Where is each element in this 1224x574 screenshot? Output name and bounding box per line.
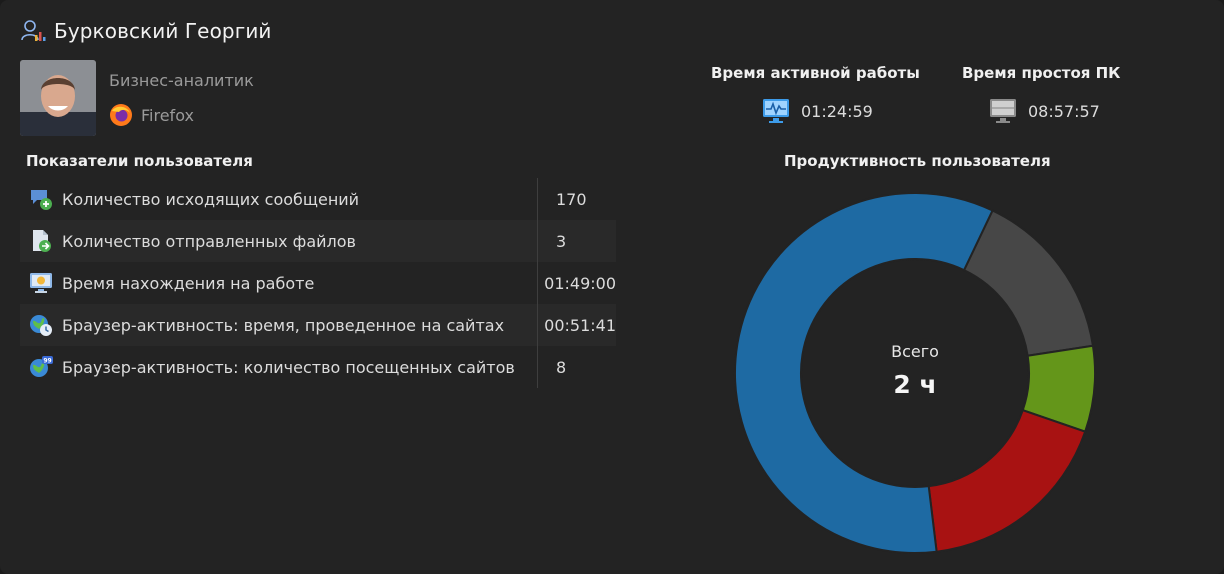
user-name: Бурковский Георгий: [54, 19, 272, 43]
idle-time-title: Время простоя ПК: [962, 64, 1121, 82]
metrics-table: Количество исходящих сообщений 170 Колич…: [20, 178, 616, 388]
browser-time-icon: [30, 315, 52, 336]
firefox-icon: [110, 104, 132, 126]
outgoing-messages-icon: [31, 190, 52, 210]
monitor-idle-icon: [990, 99, 1016, 123]
column-divider: [537, 178, 538, 388]
sent-files-icon: [33, 230, 51, 252]
table-row: Количество отправленных файлов 3: [20, 220, 616, 262]
chart-center-label: Всего: [891, 342, 939, 361]
chart-title: Продуктивность пользователя: [784, 152, 1051, 170]
metrics-title: Показатели пользователя: [26, 152, 253, 170]
active-time-value: 01:24:59: [801, 101, 873, 121]
metric-value: 00:51:41: [544, 315, 616, 335]
chart-center-value: 2 ч: [893, 370, 937, 399]
user-browser: Firefox: [109, 103, 194, 127]
table-row: Время нахождения на работе 01:49:00: [20, 262, 616, 304]
idle-time-stat: Время простоя ПК 08:57:57: [962, 64, 1120, 126]
active-time-title: Время активной работы: [711, 64, 920, 82]
metric-value: 8: [556, 357, 567, 377]
table-row: Браузер-активность: время, проведенное н…: [20, 304, 616, 346]
browser-sites-icon: 99: [30, 356, 53, 377]
metric-value: 170: [556, 189, 587, 209]
metric-label: Браузер-активность: количество посещенны…: [62, 357, 515, 377]
metric-label: Время нахождения на работе: [62, 273, 315, 293]
avatar-photo-icon: [20, 60, 96, 136]
work-time-icon: [30, 273, 52, 293]
user-card: Бурковский Георгий Бизнес-аналитик Firef…: [0, 0, 1224, 574]
productivity-chart: Всего 2 ч: [730, 192, 1100, 554]
svg-text:99: 99: [43, 358, 51, 365]
donut-slice-3[interactable]: [927, 408, 1087, 553]
table-row: 99 Браузер-активность: количество посеще…: [20, 346, 616, 388]
donut-slice-1[interactable]: [962, 209, 1095, 357]
monitor-activity-icon: [763, 99, 789, 123]
metric-label: Браузер-активность: время, проведенное н…: [62, 315, 505, 335]
metric-value: 3: [556, 231, 567, 251]
table-row: Количество исходящих сообщений 170: [20, 178, 616, 220]
user-role: Бизнес-аналитик: [109, 71, 254, 90]
idle-time-value: 08:57:57: [1028, 101, 1100, 121]
active-time-stat: Время активной работы 01:24:59: [711, 64, 920, 126]
avatar: [20, 60, 96, 136]
metric-value: 01:49:00: [544, 273, 616, 293]
browser-name: Firefox: [141, 105, 194, 125]
metric-label: Количество исходящих сообщений: [62, 189, 360, 209]
card-header: Бурковский Георгий: [20, 18, 272, 44]
user-analytics-icon: [21, 20, 46, 41]
metric-label: Количество отправленных файлов: [62, 231, 356, 251]
